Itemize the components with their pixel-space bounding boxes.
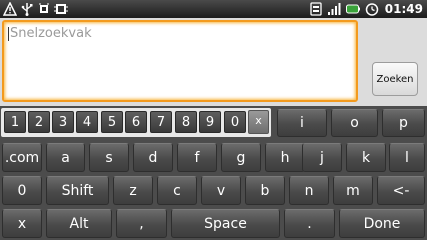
key-backspace[interactable]: <-	[377, 176, 425, 205]
key-j[interactable]: j	[302, 143, 342, 172]
text-cursor	[8, 27, 9, 41]
key-o[interactable]: o	[331, 109, 378, 137]
key-6[interactable]: 6	[125, 111, 147, 133]
usb-icon	[21, 3, 33, 16]
key-g[interactable]: g	[221, 143, 261, 172]
key-b[interactable]: b	[245, 176, 285, 205]
alarm-icon	[365, 3, 379, 16]
key-x[interactable]: x	[2, 209, 42, 238]
warning-icon	[3, 2, 17, 16]
key-alt[interactable]: Alt	[46, 209, 112, 238]
key-l[interactable]: l	[389, 143, 425, 172]
key-3[interactable]: 3	[52, 111, 74, 133]
signal-icon	[327, 3, 341, 15]
key-shift[interactable]: Shift	[46, 176, 109, 205]
battery-icon	[345, 4, 360, 14]
search-button[interactable]: Zoeken	[372, 62, 418, 96]
status-time: 01:49	[384, 2, 423, 16]
key-5[interactable]: 5	[101, 111, 123, 133]
key-comma[interactable]: ,	[116, 209, 167, 238]
search-input[interactable]	[2, 20, 358, 102]
key-m[interactable]: m	[333, 176, 373, 205]
soft-keyboard: 1 2 3 4 5 6 7 8 9 0 x i o p .com a s d f…	[0, 106, 427, 240]
key-dotcom[interactable]: .com	[2, 143, 42, 172]
key-9[interactable]: 9	[199, 111, 221, 133]
key-d[interactable]: d	[133, 143, 173, 172]
search-area: Zoeken	[0, 18, 427, 106]
key-c[interactable]: c	[157, 176, 197, 205]
number-strip: 1 2 3 4 5 6 7 8 9 0 x	[1, 108, 271, 137]
screen: 01:49 Zoeken 1 2 3 4 5 6 7 8 9 0 x i o p…	[0, 0, 427, 240]
key-7[interactable]: 7	[150, 111, 172, 133]
usb-debug-icon	[39, 3, 49, 13]
key-s[interactable]: s	[89, 143, 129, 172]
key-h[interactable]: h	[265, 143, 305, 172]
key-v[interactable]: v	[201, 176, 241, 205]
key-0[interactable]: 0	[224, 111, 246, 133]
status-bar: 01:49	[0, 0, 427, 18]
key-a[interactable]: a	[46, 143, 85, 172]
key-4[interactable]: 4	[76, 111, 98, 133]
key-2[interactable]: 2	[28, 111, 50, 133]
key-symbol-toggle[interactable]: 0	[2, 176, 42, 205]
key-i[interactable]: i	[277, 109, 327, 137]
key-p[interactable]: p	[382, 109, 425, 137]
sd-card-icon	[54, 4, 68, 14]
key-n[interactable]: n	[289, 176, 329, 205]
status-bar-left	[3, 1, 68, 17]
key-space[interactable]: Space	[171, 209, 280, 238]
key-1[interactable]: 1	[4, 111, 26, 133]
key-done[interactable]: Done	[339, 209, 425, 238]
sim-icon	[310, 2, 322, 16]
key-k[interactable]: k	[346, 143, 386, 172]
number-strip-close-button[interactable]: x	[248, 110, 269, 134]
key-8[interactable]: 8	[175, 111, 197, 133]
status-bar-right: 01:49	[309, 1, 423, 17]
key-f[interactable]: f	[177, 143, 217, 172]
key-z[interactable]: z	[113, 176, 153, 205]
key-period[interactable]: .	[284, 209, 335, 238]
